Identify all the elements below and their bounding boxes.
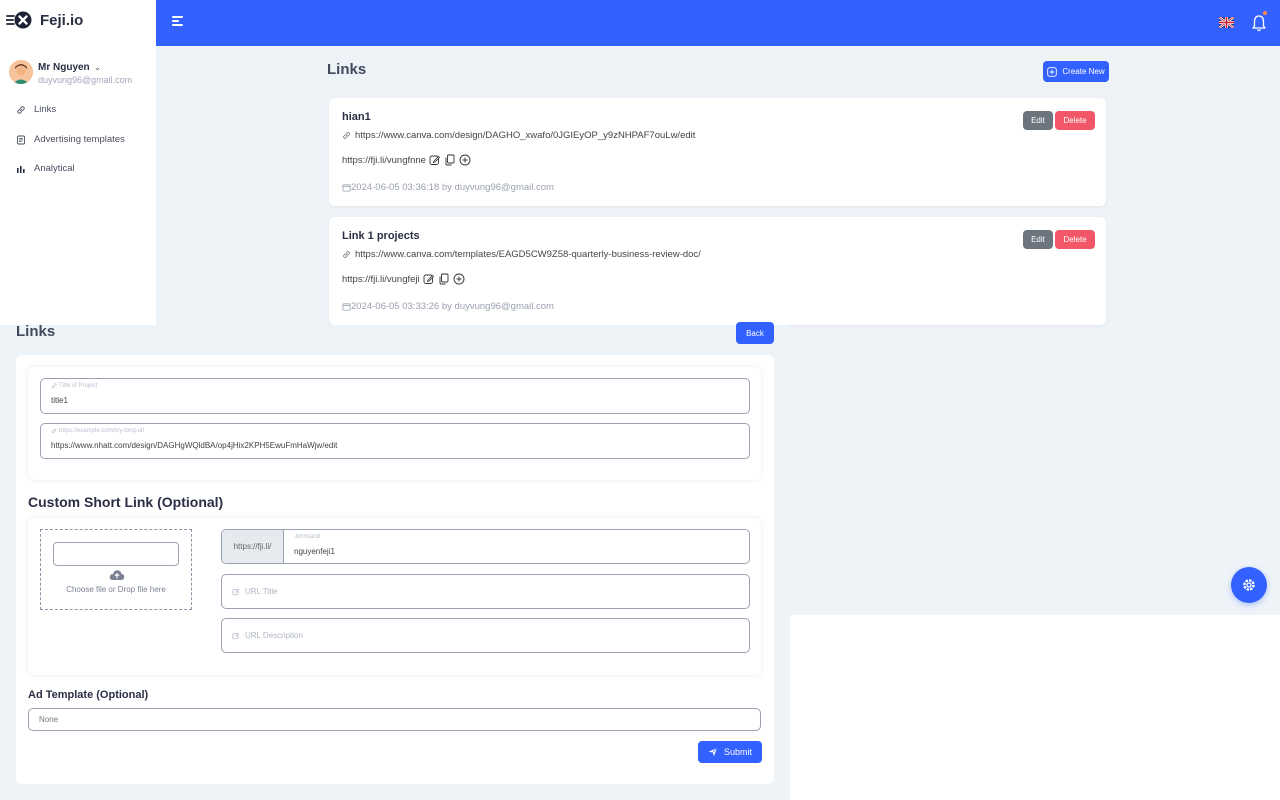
link-card: hian1 https://www.canva.com/design/DAGHO… xyxy=(329,98,1106,206)
top-navbar xyxy=(156,0,1280,46)
settings-button[interactable] xyxy=(1231,567,1267,603)
submit-button[interactable]: Submit xyxy=(698,741,762,763)
user-name: Mr Nguyen xyxy=(38,62,90,73)
calendar-icon xyxy=(342,303,351,311)
page-title: Links xyxy=(327,61,367,78)
ad-template-select[interactable]: None xyxy=(28,708,761,731)
link-icon xyxy=(17,105,25,114)
url-title-input[interactable]: URL Title xyxy=(221,574,750,609)
sidebar-item-analytical[interactable]: Analytical xyxy=(16,163,75,174)
field-placeholder: URL Description xyxy=(232,631,303,640)
delete-button[interactable]: Delete xyxy=(1055,111,1095,130)
link-meta: 2024-06-05 03:33:26 by duyvung96@gmail.c… xyxy=(342,301,554,312)
short-url-text[interactable]: https://fji.li/vungfnne xyxy=(342,155,426,166)
copy-icon[interactable] xyxy=(444,154,456,166)
link-title: hian1 xyxy=(342,111,371,123)
short-link-prefix: https://fji.li/ xyxy=(222,530,284,563)
custom-short-link-field[interactable]: https://fji.li/ Johnsand nguyenfeji1 xyxy=(221,529,750,564)
project-title-field[interactable]: Title of Project title1 xyxy=(40,378,750,414)
link-icon xyxy=(343,132,350,139)
short-url-text[interactable]: https://fji.li/vungfeji xyxy=(342,274,420,285)
link-short-url: https://fji.li/vungfeji xyxy=(342,273,465,285)
link-original-url[interactable]: https://www.canva.com/templates/EAGD5CW9… xyxy=(342,249,701,260)
file-dropzone[interactable]: Choose file or Drop file here xyxy=(40,529,192,610)
uk-flag-icon[interactable] xyxy=(1219,17,1234,28)
user-email: duyvung96@gmail.com xyxy=(38,75,133,85)
link-title: Link 1 projects xyxy=(342,230,420,242)
field-label: Title of Project xyxy=(51,383,97,389)
create-new-label: Create New xyxy=(1062,67,1105,76)
dropzone-text: Choose file or Drop file here xyxy=(66,585,166,594)
link-icon xyxy=(51,428,57,434)
edit-icon[interactable] xyxy=(429,154,441,166)
brand[interactable]: Feji.io xyxy=(6,10,83,30)
plus-square-icon xyxy=(1047,66,1058,77)
sidebar-item-links[interactable]: Links xyxy=(16,104,56,115)
link-author: by duyvung96@gmail.com xyxy=(441,301,554,312)
link-meta: 2024-06-05 03:36:18 by duyvung96@gmail.c… xyxy=(342,182,554,193)
sidebar-item-advertising-templates[interactable]: Advertising templates xyxy=(16,134,125,145)
edit-icon[interactable] xyxy=(423,273,435,285)
sidebar-item-label: Advertising templates xyxy=(34,134,125,145)
long-url-field[interactable]: https://example.com/my-long-url https://… xyxy=(40,423,750,459)
field-value: nguyenfeji1 xyxy=(294,547,335,556)
add-circle-icon[interactable] xyxy=(459,154,471,166)
project-fields-panel: Title of Project title1 https://example.… xyxy=(28,367,761,480)
send-icon xyxy=(708,747,718,756)
file-name-input[interactable] xyxy=(53,542,179,566)
link-card: Link 1 projects https://www.canva.com/te… xyxy=(329,217,1106,325)
field-value: title1 xyxy=(51,396,68,405)
link-author: by duyvung96@gmail.com xyxy=(441,182,554,193)
avatar xyxy=(9,60,33,84)
submit-label: Submit xyxy=(723,747,752,757)
link-date: 2024-06-05 03:36:18 xyxy=(351,182,440,193)
menu-toggle-icon[interactable] xyxy=(172,16,186,28)
field-label: Johnsand xyxy=(294,534,321,540)
ad-template-heading: Ad Template (Optional) xyxy=(28,689,149,701)
document-icon xyxy=(17,135,25,144)
bar-chart-icon xyxy=(17,165,25,173)
copy-icon[interactable] xyxy=(438,273,450,285)
calendar-icon xyxy=(342,184,351,192)
user-profile[interactable]: Mr Nguyen ⌄ duyvung96@gmail.com xyxy=(9,60,132,86)
edit-button[interactable]: Edit xyxy=(1023,111,1053,130)
link-date: 2024-06-05 03:33:26 xyxy=(351,301,440,312)
url-description-input[interactable]: URL Description xyxy=(221,618,750,653)
custom-short-link-heading: Custom Short Link (Optional) xyxy=(28,494,224,510)
add-circle-icon[interactable] xyxy=(453,273,465,285)
cloud-upload-icon xyxy=(109,570,125,580)
edit-icon xyxy=(51,383,57,389)
edit-button[interactable]: Edit xyxy=(1023,230,1053,249)
delete-button[interactable]: Delete xyxy=(1055,230,1095,249)
edit-icon xyxy=(232,632,240,639)
sidebar-item-label: Analytical xyxy=(34,163,75,174)
field-placeholder: URL Title xyxy=(232,587,278,596)
ad-template-value: None xyxy=(39,715,59,724)
link-original-url[interactable]: https://www.canva.com/design/DAGHO_xwafo… xyxy=(342,130,695,141)
notification-bell-icon[interactable] xyxy=(1250,13,1268,33)
field-value: https://www.nhatt.com/design/DAGHgWQldBA… xyxy=(51,441,338,450)
sidebar-item-label: Links xyxy=(34,104,57,115)
back-button[interactable]: Back xyxy=(736,322,774,344)
sidebar: Feji.io Mr Nguyen ⌄ duyvung96@gmail.com L… xyxy=(0,0,156,325)
gear-icon xyxy=(1243,579,1255,591)
edit-icon xyxy=(232,588,240,595)
brand-logo-icon xyxy=(6,11,32,29)
create-link-screen: Links Back Title of Project title1 https… xyxy=(0,322,790,800)
brand-name: Feji.io xyxy=(40,11,84,29)
notification-dot xyxy=(1263,11,1267,15)
chevron-down-icon[interactable]: ⌄ xyxy=(94,61,102,73)
link-icon xyxy=(343,251,350,258)
create-new-button[interactable]: Create New xyxy=(1043,61,1109,82)
form-page-title: Links xyxy=(16,323,56,340)
field-label: https://example.com/my-long-url xyxy=(51,428,144,434)
link-short-url: https://fji.li/vungfnne xyxy=(342,154,471,166)
